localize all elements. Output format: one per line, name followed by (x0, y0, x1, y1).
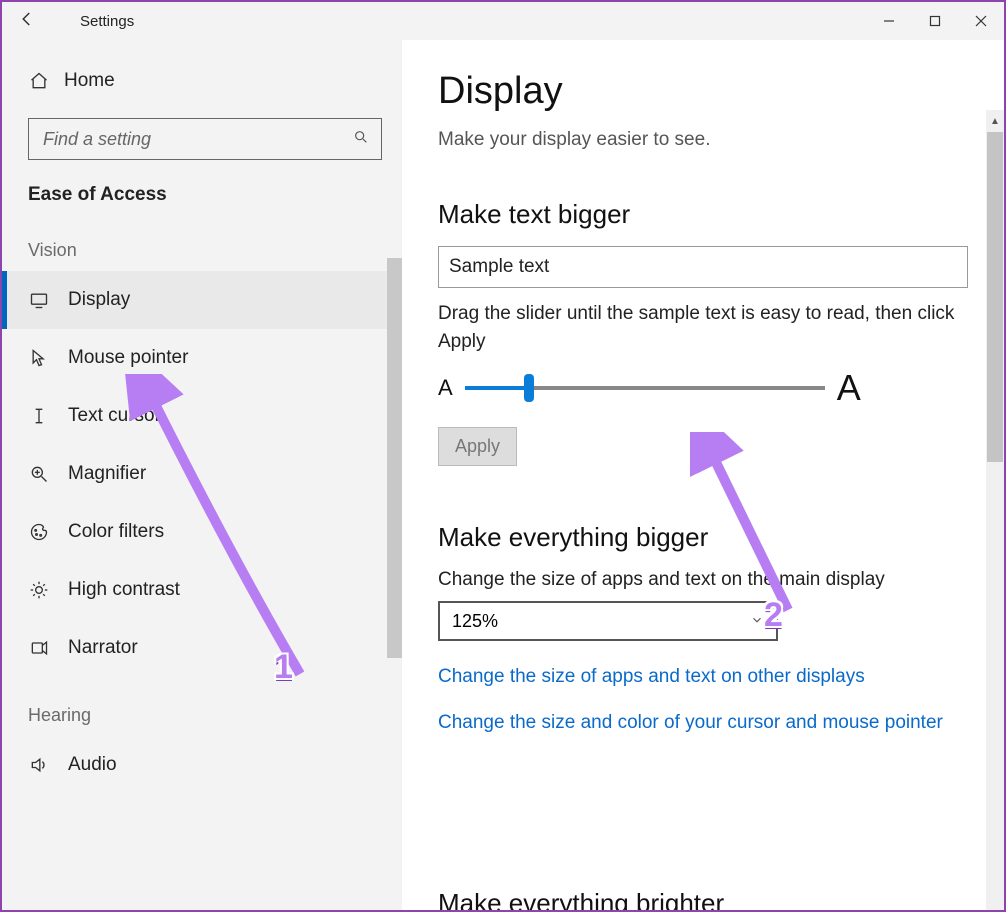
maximize-button[interactable] (912, 2, 958, 40)
home-label: Home (64, 70, 115, 92)
narrator-icon (28, 638, 50, 658)
section-partial-next: Make everything brighter (438, 888, 724, 910)
brightness-icon (28, 580, 50, 600)
cursor-icon (28, 348, 50, 368)
section-make-everything-bigger: Make everything bigger (438, 522, 978, 553)
window-title: Settings (52, 13, 134, 30)
slider-min-label: A (438, 375, 453, 401)
scale-dropdown-value: 125% (452, 611, 498, 632)
slider-max-label: A (837, 367, 861, 409)
text-cursor-icon (28, 406, 50, 426)
slider-thumb[interactable] (524, 374, 534, 402)
sidebar-item-text-cursor[interactable]: Text cursor (2, 387, 402, 445)
content-pane: Display Make your display easier to see.… (402, 40, 1004, 910)
sidebar-item-narrator[interactable]: Narrator (2, 619, 402, 677)
search-icon (353, 129, 369, 150)
search-box[interactable] (28, 118, 382, 160)
sidebar-item-label: High contrast (68, 579, 180, 601)
search-input[interactable] (41, 128, 353, 151)
sidebar-item-label: Narrator (68, 637, 138, 659)
link-cursor-settings[interactable]: Change the size and color of your cursor… (438, 709, 958, 737)
sidebar-item-label: Text cursor (68, 405, 161, 427)
magnifier-icon (28, 464, 50, 484)
home-icon (28, 71, 50, 91)
content-scrollbar-thumb[interactable] (987, 132, 1003, 462)
monitor-icon (28, 290, 50, 310)
page-subtitle: Make your display easier to see. (438, 129, 978, 151)
sidebar-scrollbar[interactable] (387, 258, 402, 658)
slider-description: Drag the slider until the sample text is… (438, 300, 978, 355)
page-title: Display (438, 70, 978, 113)
minimize-button[interactable] (866, 2, 912, 40)
link-other-displays[interactable]: Change the size of apps and text on othe… (438, 663, 958, 691)
sidebar-item-label: Magnifier (68, 463, 146, 485)
sidebar-item-label: Color filters (68, 521, 164, 543)
slider-fill (465, 386, 530, 390)
scale-dropdown[interactable]: 125% (438, 601, 778, 641)
sidebar-item-display[interactable]: Display (2, 271, 402, 329)
sidebar-item-audio[interactable]: Audio (2, 736, 402, 794)
sidebar-item-label: Display (68, 289, 130, 311)
text-size-slider-row: A A (438, 367, 978, 409)
sidebar-item-color-filters[interactable]: Color filters (2, 503, 402, 561)
sidebar-item-label: Audio (68, 754, 117, 776)
text-size-slider[interactable] (465, 386, 825, 390)
chevron-down-icon (750, 611, 764, 632)
section-header: Ease of Access (2, 160, 402, 212)
sidebar-item-high-contrast[interactable]: High contrast (2, 561, 402, 619)
scale-dropdown-label: Change the size of apps and text on the … (438, 569, 978, 591)
palette-icon (28, 522, 50, 542)
speaker-icon (28, 755, 50, 775)
close-button[interactable] (958, 2, 1004, 40)
scrollbar-up-arrow[interactable]: ▲ (986, 112, 1004, 130)
group-hearing-label: Hearing (2, 677, 402, 736)
sidebar-item-mouse-pointer[interactable]: Mouse pointer (2, 329, 402, 387)
titlebar: Settings (2, 2, 1004, 40)
sidebar: Home Ease of Access Vision Display Mouse… (2, 40, 402, 910)
group-vision-label: Vision (2, 212, 402, 271)
sample-text-box: Sample text (438, 246, 968, 288)
back-button[interactable] (2, 10, 52, 33)
apply-button[interactable]: Apply (438, 427, 517, 466)
sidebar-item-magnifier[interactable]: Magnifier (2, 445, 402, 503)
sidebar-item-label: Mouse pointer (68, 347, 188, 369)
home-nav[interactable]: Home (2, 60, 402, 102)
section-make-text-bigger: Make text bigger (438, 199, 978, 230)
